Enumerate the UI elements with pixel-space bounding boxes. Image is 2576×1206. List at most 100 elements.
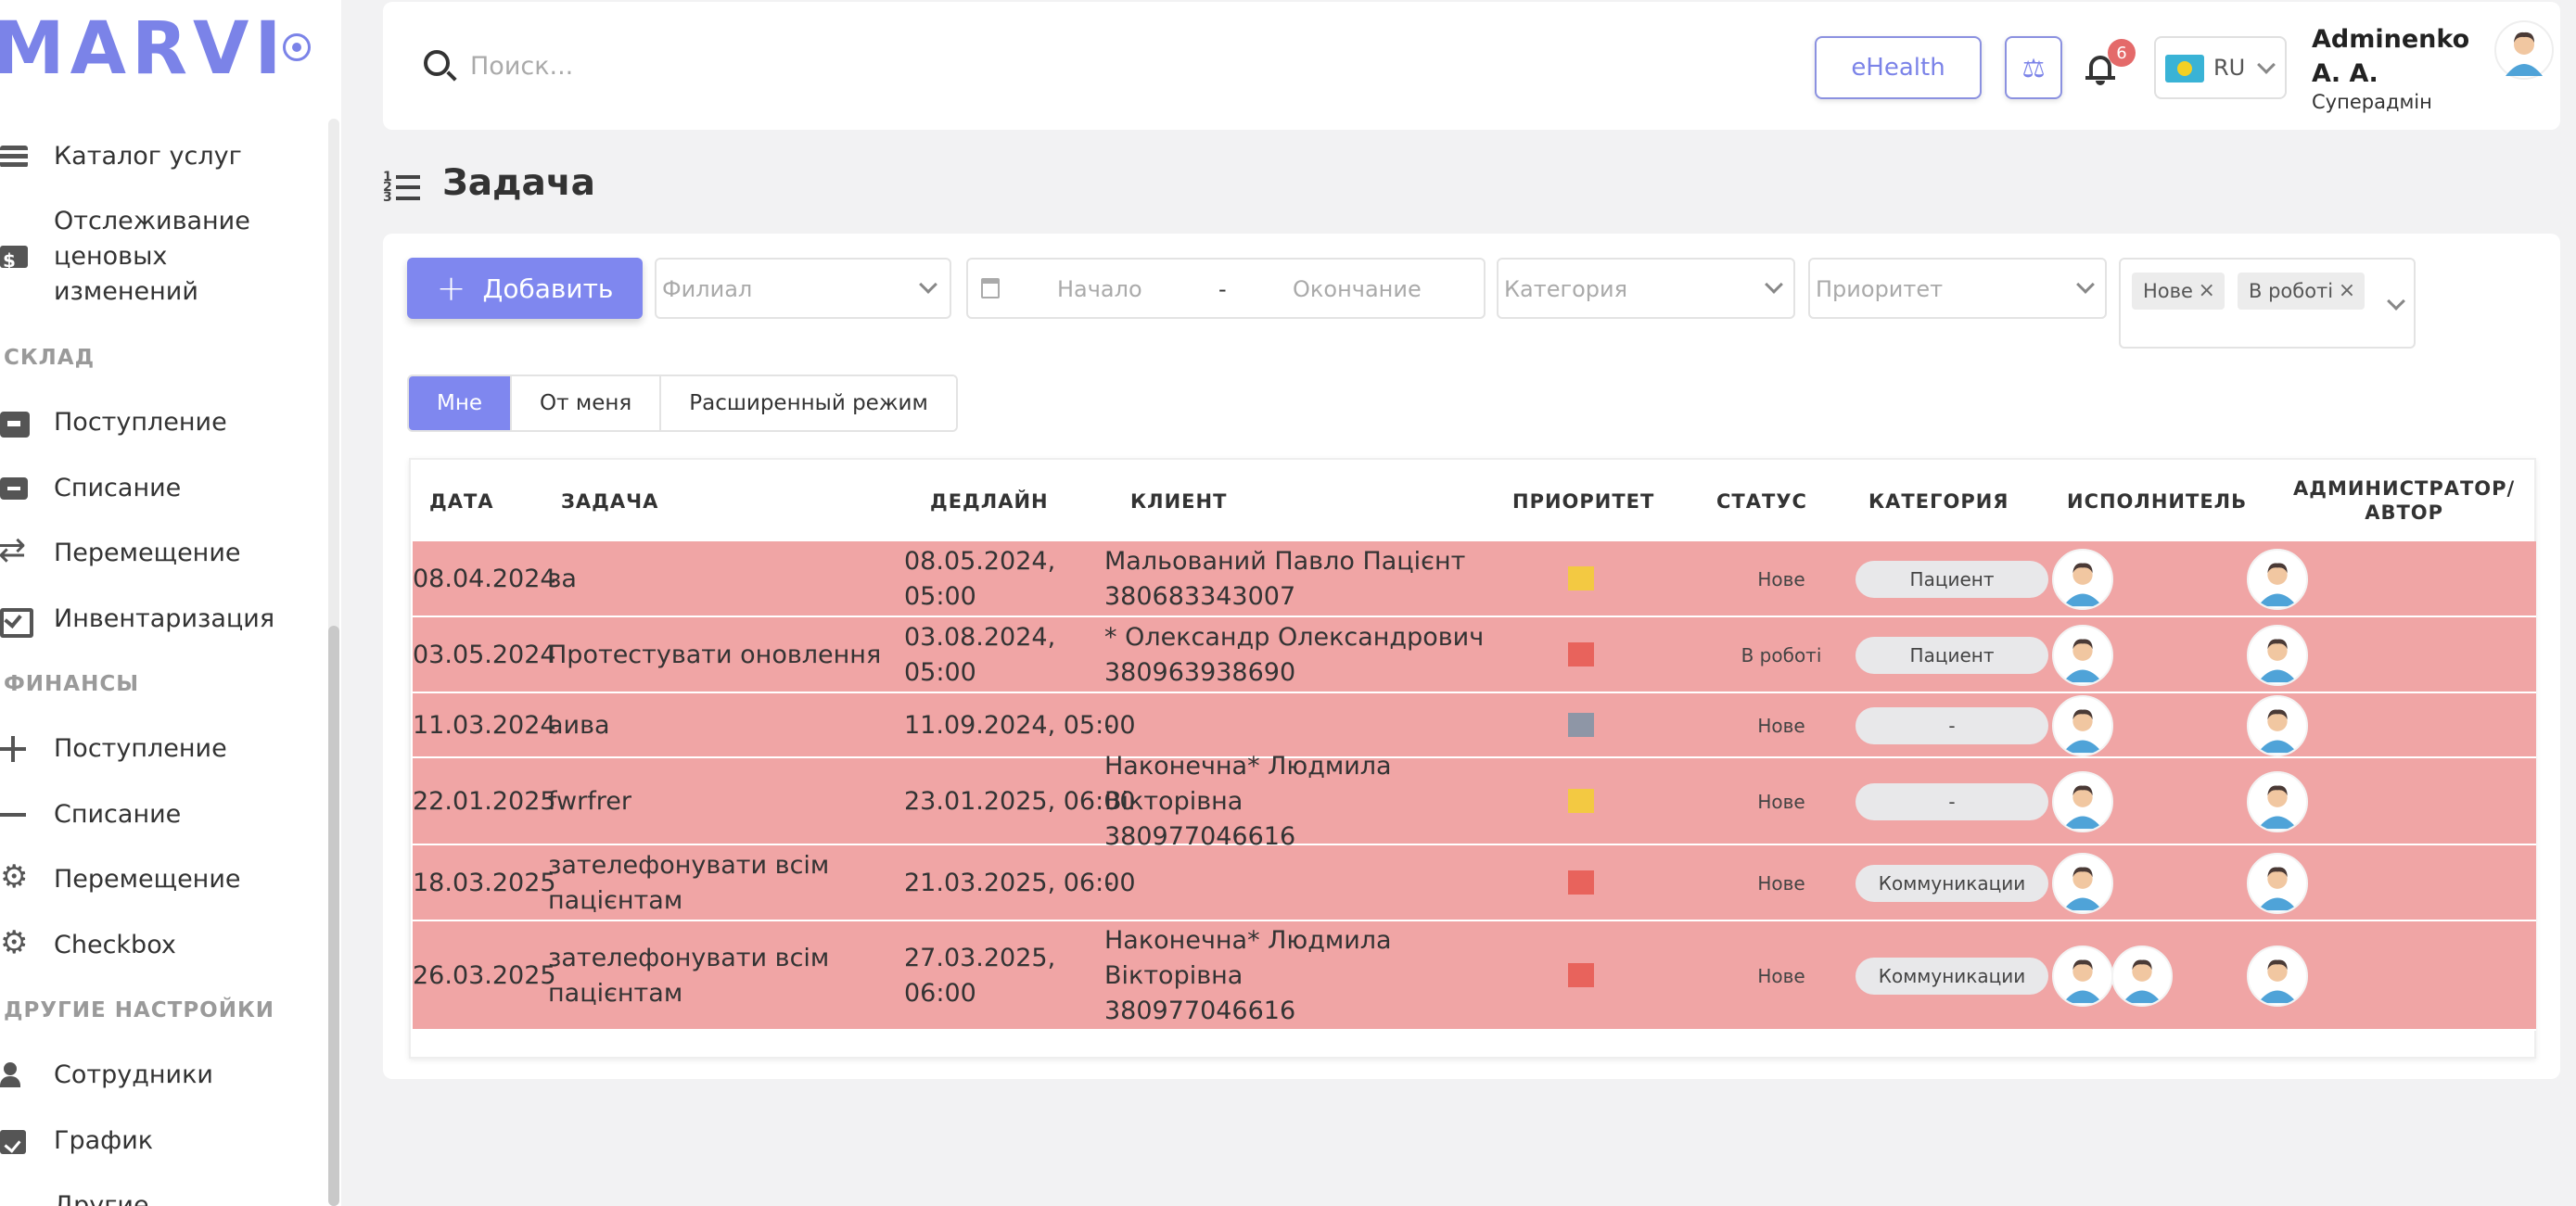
priority-flag-icon (1568, 789, 1594, 813)
tab-from-me[interactable]: От меня (512, 376, 662, 430)
box-minus-icon (0, 476, 30, 501)
sidebar-item-inventory[interactable]: Инвентаризация (0, 602, 275, 638)
sidebar-item-label: Каталог услуг (54, 142, 242, 171)
plus-icon (0, 736, 30, 762)
category-select[interactable]: Категория (1497, 258, 1795, 319)
category-pill: - (1855, 783, 2048, 820)
sidebar-scrollbar-thumb[interactable] (328, 626, 339, 1206)
executor-avatar[interactable] (2111, 946, 2173, 1007)
user-name[interactable]: Adminenko А. А. (2312, 22, 2479, 91)
cell-task: зателефонувати всім пацієнтам (548, 944, 830, 1008)
scales-button[interactable]: ⚖ (2005, 36, 2062, 99)
status-multiselect[interactable]: Нове × В роботі × (2119, 258, 2416, 349)
column-header-deadline[interactable]: ДЕДЛАЙН (930, 489, 1049, 514)
calendar-icon (981, 278, 1000, 298)
table-row[interactable]: 18.03.2025 зателефонувати всім пацієнтам 21… (413, 845, 2536, 921)
admin-author-avatar[interactable] (2247, 853, 2308, 914)
table-row[interactable]: 03.05.2024 Протестувати оновлення 03.08.20… (413, 617, 2536, 693)
sidebar-item-warehouse-receipt[interactable]: Поступление (0, 405, 227, 440)
sidebar-collapse-icon[interactable] (283, 33, 311, 61)
section-finance: ФИНАНСЫ (4, 672, 140, 696)
branch-select[interactable]: Филиал (655, 258, 951, 319)
date-range-picker[interactable]: Начало - Окончание (966, 258, 1486, 319)
section-warehouse: СКЛАД (4, 346, 96, 370)
search-input[interactable] (470, 43, 1119, 89)
sidebar-item-label: Другие (54, 1191, 149, 1206)
cell-client: - (1104, 869, 1114, 897)
status-chip-new[interactable]: Нове × (2132, 273, 2225, 310)
ehealth-button[interactable]: eHealth (1815, 36, 1982, 99)
sidebar-item-label: Перемещение (54, 865, 241, 894)
date-separator: - (1218, 276, 1227, 302)
users-gear-icon (0, 1062, 30, 1088)
column-header-task[interactable]: ЗАДАЧА (561, 489, 658, 514)
category-pill: - (1855, 707, 2048, 744)
column-header-status[interactable]: СТАТУС (1716, 489, 1807, 514)
list-icon (0, 144, 30, 170)
cell-client: Мальований Павло Пацієнт 380683343007 (1104, 547, 1466, 611)
category-pill: Коммуникации (1855, 958, 2048, 995)
start-date-input[interactable]: Начало (1057, 276, 1142, 302)
cell-date: 22.01.2025 (413, 787, 556, 816)
admin-author-avatar[interactable] (2247, 771, 2308, 832)
sidebar-item-label: Списание (54, 474, 182, 502)
column-header-date[interactable]: ДАТА (429, 489, 494, 514)
cell-date: 18.03.2025 (413, 869, 556, 897)
executor-avatar[interactable] (2052, 853, 2113, 914)
language-select[interactable]: RU (2154, 36, 2287, 99)
cell-status: Нове (1757, 965, 1805, 987)
column-header-admin-author[interactable]: АДМИНИСТРАТОР/ АВТОР (2293, 476, 2515, 525)
tasks-table: ДАТА ЗАДАЧА ДЕДЛАЙН КЛИЕНТ ПРИОРИТЕТ СТА… (409, 458, 2536, 1059)
table-row[interactable]: 26.03.2025 зателефонувати всім пацієнтам 27… (413, 921, 2536, 1031)
column-header-priority[interactable]: ПРИОРИТЕТ (1512, 489, 1654, 514)
table-row[interactable]: 11.03.2024 аива 11.09.2024, 05:00- Нове - (413, 693, 2536, 758)
sidebar-item-employees[interactable]: Сотрудники (0, 1058, 213, 1093)
admin-author-avatar[interactable] (2247, 695, 2308, 756)
category-pill: Пациент (1855, 637, 2048, 674)
tab-extended-mode[interactable]: Расширенный режим (661, 376, 956, 430)
column-header-client[interactable]: КЛИЕНТ (1130, 489, 1227, 514)
cell-date: 26.03.2025 (413, 961, 556, 990)
sidebar-item-finance-writeoff[interactable]: Списание (0, 797, 181, 832)
marvi-logo[interactable]: MARVI (0, 13, 287, 85)
sidebar-item-label: Перемещение (54, 539, 241, 567)
cell-task: fwrfrer (548, 787, 631, 816)
admin-author-avatar[interactable] (2247, 946, 2308, 1007)
scales-icon: ⚖ (2021, 52, 2046, 83)
sidebar-item-warehouse-transfer[interactable]: Перемещение (0, 533, 241, 571)
executor-avatar[interactable] (2052, 695, 2113, 756)
cell-task: аива (548, 711, 610, 740)
search-icon (424, 50, 450, 76)
chevron-down-icon (2387, 292, 2405, 311)
executor-avatar[interactable] (2052, 771, 2113, 832)
sidebar-item-other[interactable]: Другие (0, 1188, 149, 1206)
sidebar-item-warehouse-writeoff[interactable]: Списание (0, 471, 181, 506)
column-header-category[interactable]: КАТЕГОРИЯ (1868, 489, 2009, 514)
chevron-down-icon (919, 275, 937, 294)
tab-to-me[interactable]: Мне (409, 376, 513, 430)
executor-avatar[interactable] (2052, 549, 2113, 610)
user-avatar[interactable] (2494, 20, 2554, 80)
executor-avatar[interactable] (2052, 946, 2113, 1007)
table-row[interactable]: 08.04.2024 за 08.05.2024, 05:00 Мальований П… (413, 541, 2536, 617)
remove-chip-icon[interactable]: × (2339, 273, 2355, 310)
column-header-executor[interactable]: ИСПОЛНИТЕЛЬ (2067, 489, 2247, 514)
sidebar-item-checkbox[interactable]: Checkbox (0, 925, 176, 963)
sidebar-item-label: Отслеживание ценовых изменений (54, 207, 250, 306)
status-chip-in-progress[interactable]: В роботі × (2238, 273, 2366, 310)
sidebar-item-price-tracking[interactable]: Отслеживание ценовых изменений (0, 204, 250, 310)
sidebar-item-label: Инвентаризация (54, 604, 275, 633)
admin-author-avatar[interactable] (2247, 549, 2308, 610)
add-task-button[interactable]: + Добавить (407, 258, 643, 319)
end-date-input[interactable]: Окончание (1293, 276, 1422, 302)
table-row[interactable]: 22.01.2025 fwrfrer 23.01.2025, 06:00 Наконе… (413, 752, 2536, 851)
sidebar-item-finance-transfer[interactable]: Перемещение (0, 859, 241, 897)
remove-chip-icon[interactable]: × (2199, 273, 2215, 310)
sidebar-item-finance-receipt[interactable]: Поступление (0, 731, 227, 767)
admin-author-avatar[interactable] (2247, 625, 2308, 686)
executor-avatar[interactable] (2052, 625, 2113, 686)
sidebar-item-service-catalog[interactable]: Каталог услуг (0, 139, 242, 174)
sidebar-item-schedule[interactable]: График (0, 1123, 153, 1159)
cell-client: Наконечна* Людмила Вікторівна 380977046616 (1104, 752, 1392, 851)
priority-select[interactable]: Приоритет (1808, 258, 2107, 319)
